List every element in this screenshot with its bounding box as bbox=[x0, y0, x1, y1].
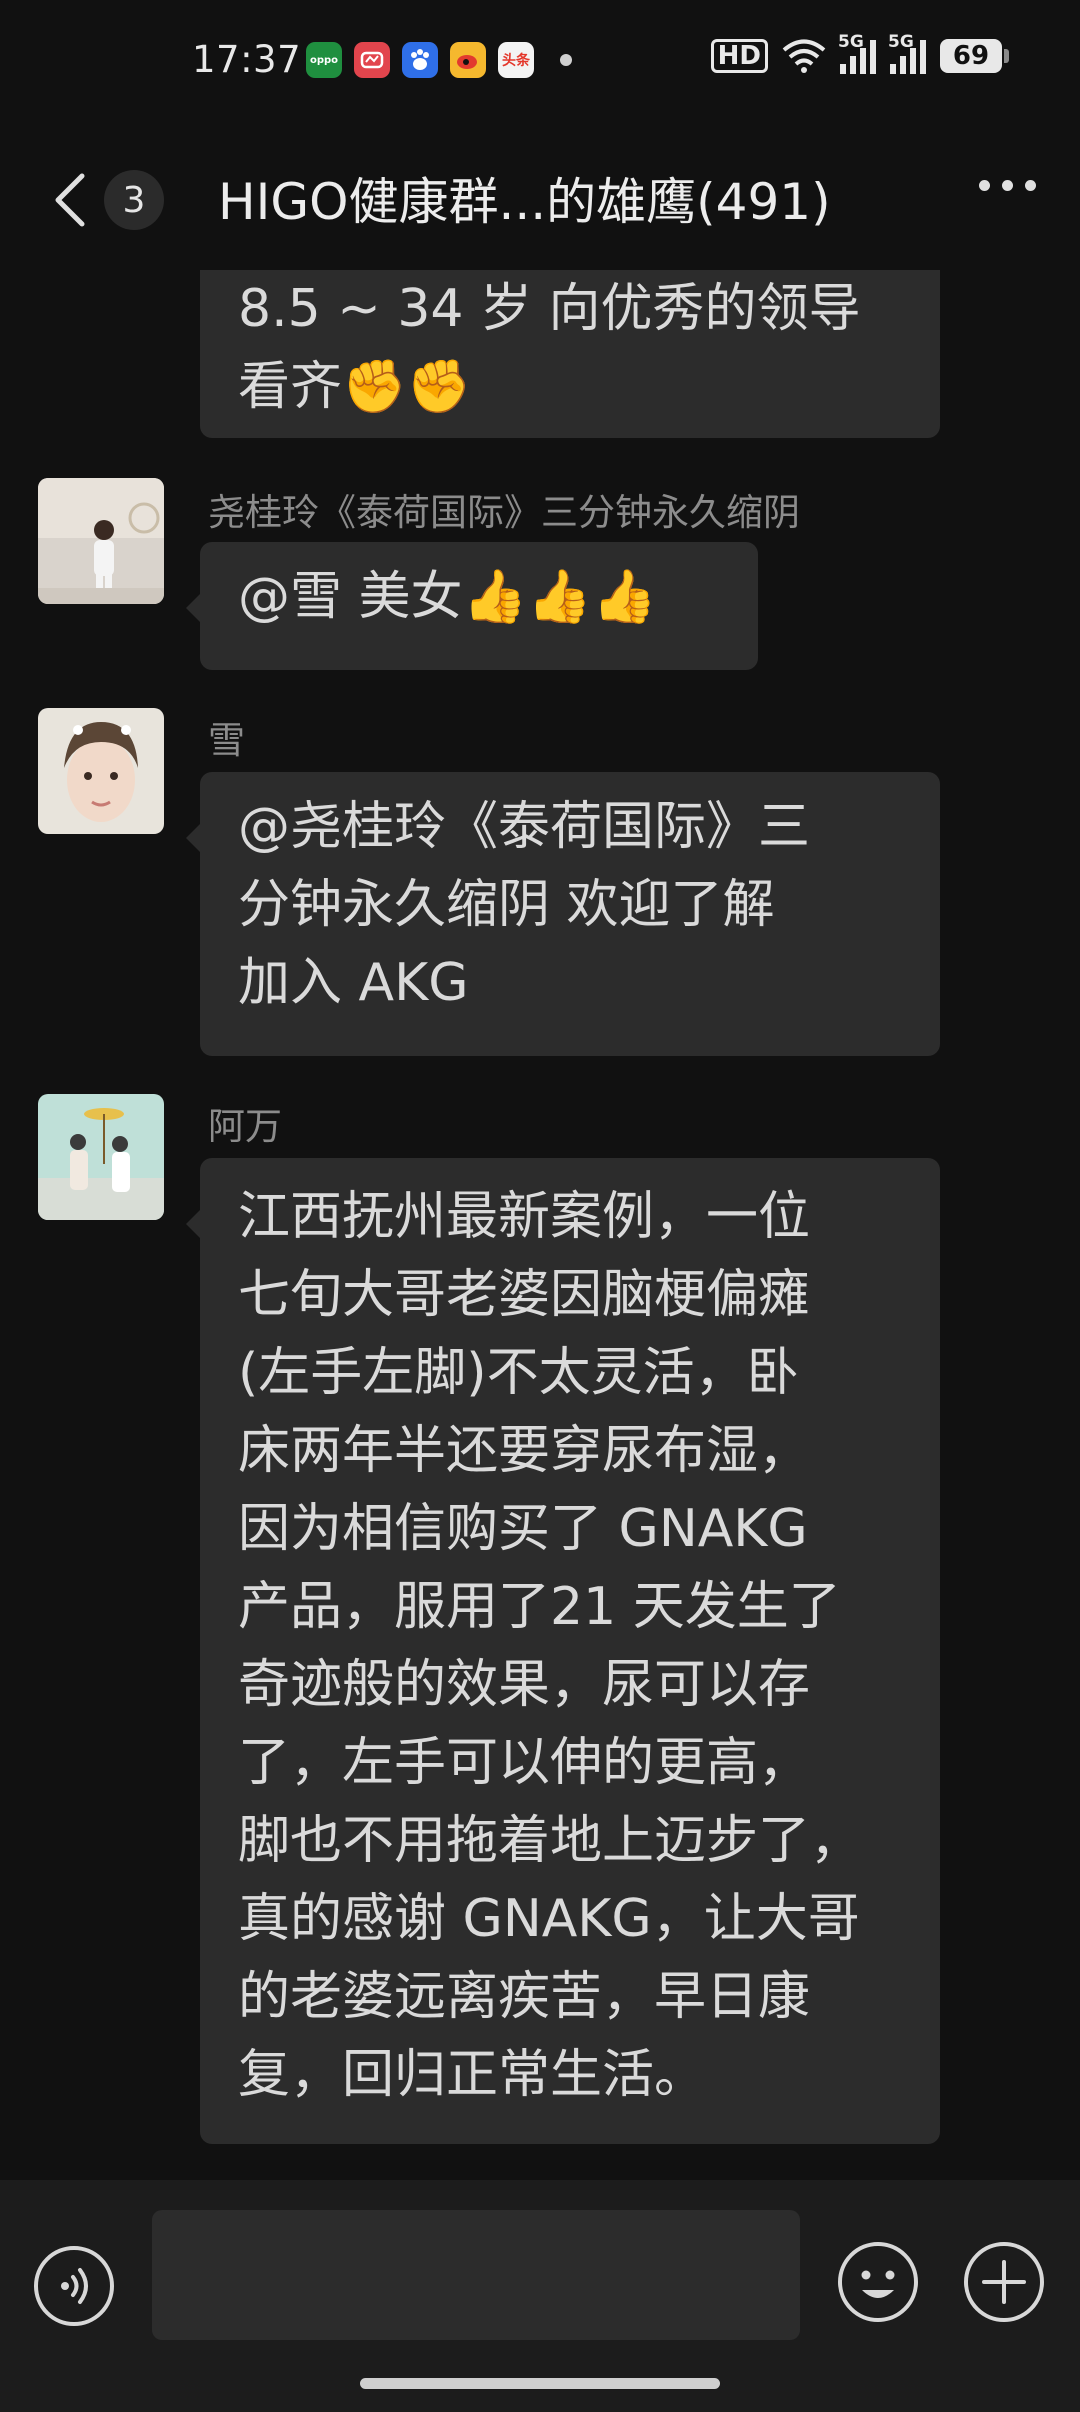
notification-icons: oppo 头条 bbox=[306, 42, 534, 78]
avatar[interactable] bbox=[38, 708, 164, 834]
chevron-left-icon bbox=[55, 173, 85, 227]
chat-title[interactable]: HIGO健康群...的雄鹰(491) bbox=[218, 162, 831, 234]
signal-icon-2: 5G bbox=[888, 32, 926, 74]
battery-icon: 69 bbox=[940, 39, 1009, 73]
avatar[interactable] bbox=[38, 478, 164, 604]
more-dot bbox=[1025, 180, 1036, 191]
message-bubble[interactable]: @尧桂玲《泰荷国际》三 分钟永久缩阴 欢迎了解 加入 AKG bbox=[186, 772, 940, 1056]
status-bar: 17:37 oppo 头条 HD 5G 5G 69 bbox=[0, 0, 1080, 120]
sender-name: 阿万 bbox=[208, 1105, 282, 1148]
more-dot bbox=[1002, 180, 1013, 191]
message-text-line: 床两年半还要穿尿布湿， bbox=[238, 1421, 811, 1481]
message-bubble[interactable]: 8.5 ~ 34 岁 向优秀的领导 看齐✊✊ bbox=[200, 270, 940, 438]
sender-name: 雪 bbox=[208, 719, 245, 762]
plus-icon bbox=[964, 2242, 1044, 2322]
message-text-line: 江西抚州最新案例，一位 bbox=[238, 1187, 811, 1247]
photo-app-icon bbox=[354, 42, 390, 78]
back-button[interactable] bbox=[44, 170, 94, 230]
sender-name: 尧桂玲《泰荷国际》三分钟永久缩阴 bbox=[208, 491, 800, 534]
more-notifications-dot bbox=[560, 54, 572, 66]
wifi-icon bbox=[782, 39, 826, 73]
message-bubble[interactable]: @雪 美女👍👍👍 bbox=[186, 542, 758, 670]
emoji-button[interactable] bbox=[836, 2240, 920, 2324]
message-text-line: 产品，服用了21 天发生了 bbox=[238, 1577, 841, 1637]
message-text-line: 奇迹般的效果，尿可以存 bbox=[238, 1655, 811, 1715]
hd-icon: HD bbox=[710, 39, 768, 73]
message-text-line: 真的感谢 GNAKG，让大哥 bbox=[238, 1889, 860, 1949]
message-text-line: 脚也不用拖着地上迈步了， bbox=[238, 1811, 863, 1871]
message-text-line: 因为相信购买了 GNAKG bbox=[238, 1499, 808, 1559]
message-bubble[interactable]: 江西抚州最新案例，一位 七旬大哥老婆因脑梗偏瘫 (左手左脚)不太灵活，卧 床两年… bbox=[186, 1158, 940, 2144]
message-text-line: @雪 美女👍👍👍 bbox=[238, 567, 657, 627]
voice-input-button[interactable] bbox=[34, 2246, 114, 2326]
message-input[interactable] bbox=[152, 2210, 800, 2340]
more-options-button[interactable] bbox=[979, 180, 1036, 191]
message-text-line: 了，左手可以伸的更高， bbox=[238, 1733, 811, 1793]
message-text-line: 看齐✊✊ bbox=[238, 357, 472, 417]
unread-count-badge[interactable]: 3 bbox=[104, 170, 164, 230]
more-dot bbox=[979, 180, 990, 191]
status-time: 17:37 bbox=[192, 38, 302, 81]
home-indicator[interactable] bbox=[360, 2378, 720, 2389]
toutiao-icon: 头条 bbox=[498, 42, 534, 78]
add-button[interactable] bbox=[962, 2240, 1046, 2324]
voice-icon bbox=[61, 2268, 88, 2304]
chat-header: 3 HIGO健康群...的雄鹰(491) bbox=[0, 120, 1080, 270]
baidu-icon bbox=[402, 42, 438, 78]
message-text-line: 分钟永久缩阴 欢迎了解 bbox=[238, 875, 775, 935]
message-text-line: (左手左脚)不太灵活，卧 bbox=[238, 1343, 799, 1403]
message-list[interactable]: 8.5 ~ 34 岁 向优秀的领导 看齐✊✊ 尧桂玲《泰荷国际》三分钟永久缩阴 … bbox=[0, 270, 1080, 2180]
message-text-line: @尧桂玲《泰荷国际》三 bbox=[238, 797, 811, 857]
status-indicators: HD 5G 5G 69 bbox=[710, 32, 1009, 74]
avatar[interactable] bbox=[38, 1094, 164, 1220]
message-text-line: 8.5 ~ 34 岁 向优秀的领导 bbox=[238, 279, 861, 339]
message-text-line: 七旬大哥老婆因脑梗偏瘫 bbox=[238, 1265, 811, 1325]
weibo-icon bbox=[450, 42, 486, 78]
message-text-line: 复，回归正常生活。 bbox=[238, 2045, 707, 2105]
message-text-line: 加入 AKG bbox=[238, 953, 469, 1013]
signal-icon: 5G bbox=[838, 32, 876, 74]
message-text-line: 的老婆远离疾苦，早日康 bbox=[238, 1967, 811, 2027]
emoji-icon bbox=[838, 2242, 918, 2322]
oppo-icon: oppo bbox=[306, 42, 342, 78]
